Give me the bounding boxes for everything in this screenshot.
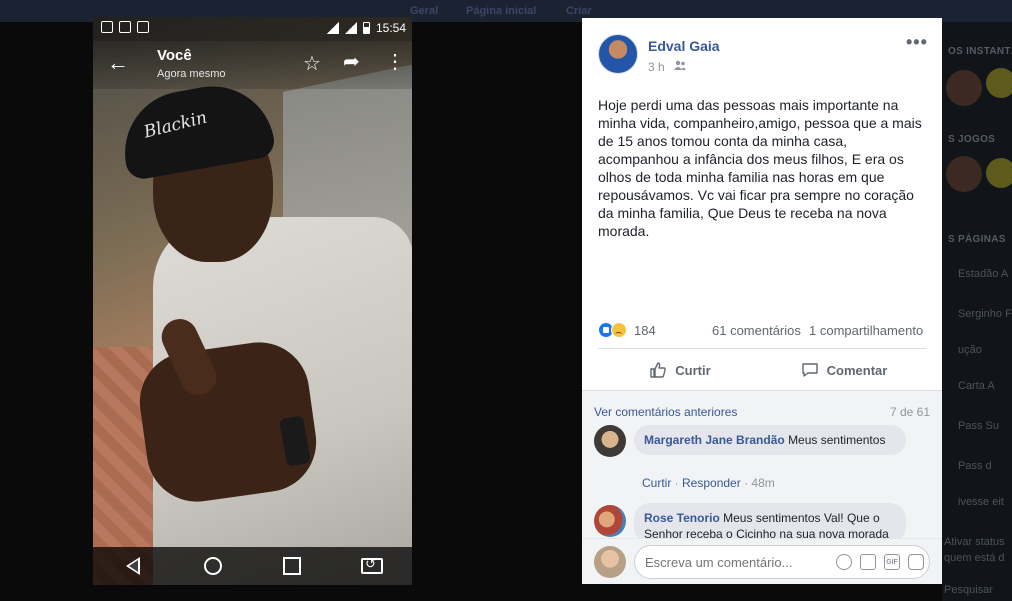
- signal-icon: [344, 22, 357, 34]
- avatar[interactable]: [946, 70, 982, 106]
- android-nav-bar: [93, 547, 412, 585]
- sidebar-item[interactable]: Pass d: [958, 460, 992, 472]
- back-arrow-icon[interactable]: ←: [107, 51, 129, 75]
- post-actions: Curtir Comentar: [598, 352, 926, 388]
- sidebar-item[interactable]: Pesquisar: [944, 584, 993, 596]
- camera-icon[interactable]: [860, 554, 876, 570]
- composer-icons: GIF: [836, 554, 924, 570]
- sidebar-item[interactable]: Carta A: [958, 380, 995, 392]
- nav-recents-button[interactable]: [280, 554, 304, 578]
- sidebar-item[interactable]: Ativar status: [944, 536, 1005, 548]
- sidebar-item[interactable]: ução: [958, 344, 982, 356]
- sidebar-heading: S PÁGINAS: [948, 234, 1006, 245]
- square-recents-icon: [283, 557, 302, 575]
- sidebar-item[interactable]: Estadão A: [958, 268, 1008, 280]
- notification-icons: [101, 21, 149, 33]
- topbar-item[interactable]: Geral: [410, 5, 438, 17]
- comment-author[interactable]: Margareth Jane Brandão: [644, 433, 785, 447]
- comment-text: Meus sentimentos: [788, 433, 886, 447]
- app-notification-icon: [119, 21, 131, 33]
- photo-owner: Você: [157, 47, 192, 64]
- gif-icon[interactable]: GIF: [884, 554, 900, 570]
- comments-count[interactable]: 61 comentários: [712, 323, 801, 338]
- reactions-count[interactable]: 184: [634, 323, 656, 338]
- photo-viewer-overlay: Geral Página inicial Criar OS INSTANTÂ S…: [0, 0, 1012, 601]
- reaction-icons[interactable]: [598, 322, 627, 338]
- triangle-back-icon: [125, 557, 140, 575]
- wifi-icon: [326, 22, 339, 34]
- sidebar-heading: OS INSTANTÂ: [948, 46, 1012, 57]
- like-label: Curtir: [675, 362, 711, 378]
- comment-author[interactable]: Rose Tenorio: [644, 511, 720, 525]
- speech-bubble-icon: [801, 363, 818, 377]
- thumbs-up-icon: [650, 362, 667, 378]
- nav-back-button[interactable]: [121, 554, 145, 578]
- topbar-item[interactable]: Criar: [566, 5, 592, 17]
- rotate-button[interactable]: [360, 554, 384, 578]
- system-icons: 15:54: [326, 21, 406, 35]
- avatar[interactable]: [946, 156, 982, 192]
- commenter-avatar[interactable]: [594, 505, 626, 537]
- post-time[interactable]: 3 h: [648, 60, 665, 74]
- divider: [598, 348, 926, 349]
- avatar[interactable]: [986, 68, 1012, 98]
- comment-button[interactable]: Comentar: [762, 352, 926, 388]
- post-stats: 184 61 comentários 1 compartilhamento: [598, 321, 926, 341]
- status-time: 15:54: [375, 21, 406, 35]
- circle-home-icon: [203, 557, 222, 575]
- photo-image[interactable]: Blackin 15:54 ← Você Agora mesmo ☆ ➦ ⋮: [93, 17, 412, 585]
- comment-time[interactable]: 48m: [751, 476, 774, 490]
- sidebar-heading: S JOGOS: [948, 134, 996, 145]
- photo-timestamp: Agora mesmo: [157, 68, 226, 80]
- author-name[interactable]: Edval Gaia: [648, 38, 720, 54]
- photo-app-bar: ← Você Agora mesmo ☆ ➦ ⋮: [93, 41, 412, 89]
- sidebar-item[interactable]: ivesse eit: [958, 496, 1004, 508]
- friends-audience-icon[interactable]: [674, 60, 686, 71]
- rotate-screen-icon: [361, 556, 384, 574]
- comment-meta: Curtir · Responder · 48m: [642, 476, 775, 490]
- app-notification-icon: [137, 21, 149, 33]
- comments-pager: 7 de 61: [889, 405, 930, 419]
- share-arrow-icon[interactable]: ➦: [343, 49, 360, 74]
- android-status-bar: 15:54: [93, 17, 412, 41]
- star-icon[interactable]: ☆: [303, 51, 321, 76]
- like-button[interactable]: Curtir: [598, 352, 762, 388]
- more-vertical-icon[interactable]: ⋮: [385, 49, 405, 74]
- comment-bubble: Margareth Jane Brandão Meus sentimentos: [634, 425, 906, 455]
- commenter-avatar[interactable]: [594, 425, 626, 457]
- emoji-icon[interactable]: [836, 554, 852, 570]
- comment-bubble: Rose Tenorio Meus sentimentos Val! Que o…: [634, 503, 906, 543]
- post-text: Hoje perdi uma das pessoas mais importan…: [598, 97, 922, 239]
- post-panel: Edval Gaia 3 h ••• Hoje perdi uma das pe…: [582, 18, 942, 584]
- current-user-avatar: [594, 546, 626, 578]
- sidebar-item[interactable]: quem está d: [944, 552, 1005, 564]
- sticker-icon[interactable]: [908, 554, 924, 570]
- comment-like-link[interactable]: Curtir: [642, 476, 671, 490]
- sidebar-item[interactable]: Pass Su: [958, 420, 999, 432]
- topbar-item[interactable]: Página inicial: [466, 5, 536, 17]
- right-sidebar: OS INSTANTÂ S JOGOS S PÁGINAS Estadão A …: [942, 22, 1012, 601]
- sidebar-item[interactable]: Serginho F: [958, 308, 1012, 320]
- post-options-icon[interactable]: •••: [906, 32, 928, 53]
- shares-count[interactable]: 1 compartilhamento: [809, 323, 923, 338]
- author-avatar[interactable]: [598, 34, 638, 74]
- comment-composer: GIF: [582, 538, 942, 584]
- comment-reply-link[interactable]: Responder: [682, 476, 741, 490]
- battery-icon: [362, 22, 370, 34]
- avatar[interactable]: [986, 158, 1012, 188]
- facebook-notification-icon: [101, 21, 113, 33]
- nav-home-button[interactable]: [201, 554, 225, 578]
- view-previous-comments-link[interactable]: Ver comentários anteriores: [594, 405, 737, 419]
- post-header: Edval Gaia 3 h •••: [582, 18, 942, 88]
- sad-reaction-icon: [611, 322, 627, 338]
- comment-label: Comentar: [826, 362, 888, 378]
